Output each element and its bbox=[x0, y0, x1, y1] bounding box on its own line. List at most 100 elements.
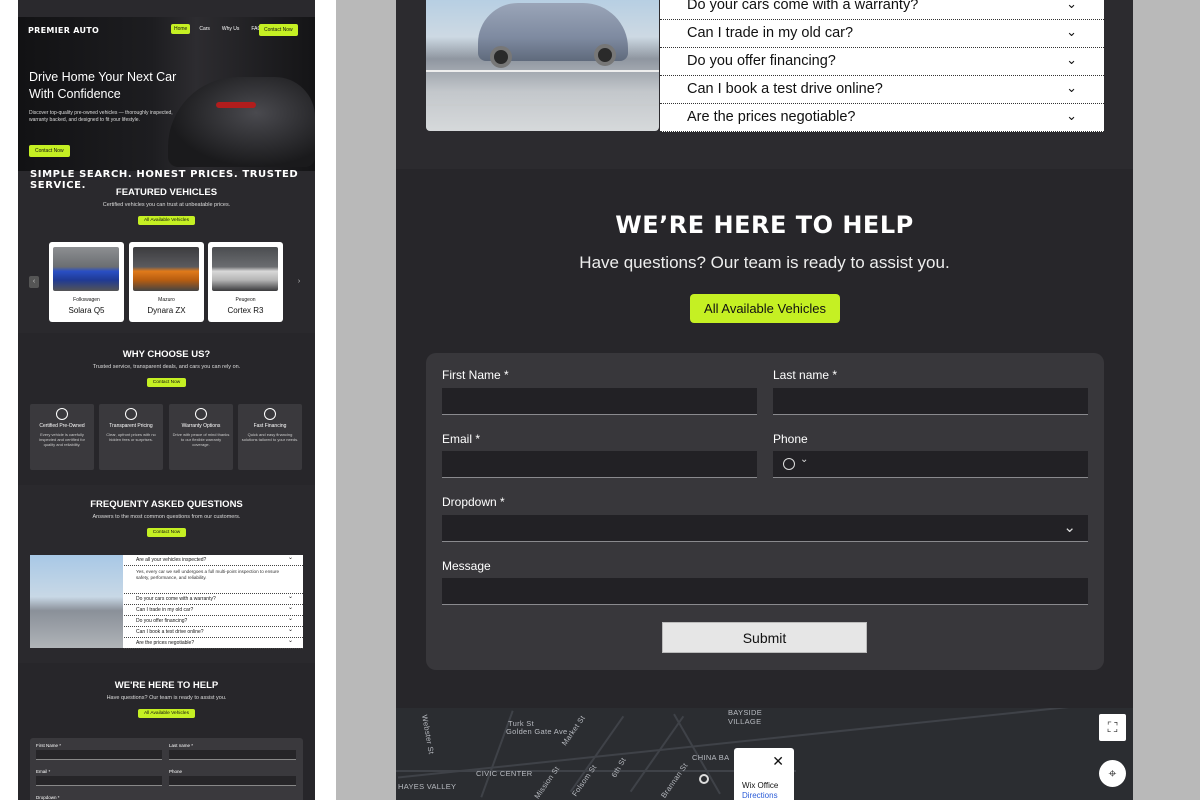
faq-car-photo bbox=[30, 555, 123, 648]
faq-section: FREQUENTY ASKED QUESTIONS Answers to the… bbox=[18, 499, 315, 538]
faq-contact-button[interactable]: Contact Now bbox=[146, 528, 187, 537]
faq-question[interactable]: Can I trade in my old car? ⌄ bbox=[660, 20, 1104, 48]
vehicle-image bbox=[212, 247, 278, 291]
road-marking bbox=[426, 104, 659, 106]
map-label: CIVIC CENTER bbox=[476, 769, 533, 778]
main-preview-panel: Do your cars come with a warranty? ⌄ Can… bbox=[396, 0, 1133, 800]
help-section-mini: WE'RE HERE TO HELP Have questions? Our t… bbox=[18, 680, 315, 719]
vehicle-card[interactable]: Folkswagen Solara Q5 bbox=[49, 242, 124, 322]
faq-question-text: Do your cars come with a warranty? bbox=[687, 0, 919, 13]
email-input[interactable] bbox=[442, 451, 757, 478]
chevron-down-icon: ⌄ bbox=[1066, 80, 1077, 95]
nav-cars[interactable]: Cars bbox=[196, 24, 213, 34]
map-info-popup: ✕ Wix Office Directions bbox=[734, 748, 794, 800]
help-vehicles-button-mini[interactable]: All Available Vehicles bbox=[138, 709, 195, 718]
faq-question[interactable]: Do your cars come with a warranty? bbox=[124, 593, 303, 605]
help-subtitle-mini: Have questions? Our team is ready to ass… bbox=[106, 695, 227, 701]
contact-form-mini: First Name * Last name * Email * Phone D… bbox=[30, 738, 303, 800]
why-card-title: Transparent Pricing bbox=[109, 423, 153, 429]
carousel-next-button[interactable]: › bbox=[294, 276, 304, 288]
map-label: Golden Gate Ave bbox=[506, 727, 568, 736]
vehicle-card[interactable]: Peugeon Cortex R3 bbox=[208, 242, 283, 322]
road-marking bbox=[426, 70, 659, 72]
price-tag-icon bbox=[125, 408, 137, 420]
help-title: WE’RE HERE TO HELP bbox=[615, 211, 914, 239]
faq-question[interactable]: Do you offer financing? bbox=[124, 615, 303, 627]
faq-subtitle: Answers to the most common questions fro… bbox=[92, 514, 241, 520]
hero-contact-button[interactable]: Contact Now bbox=[29, 145, 70, 157]
close-icon[interactable]: ✕ bbox=[772, 753, 784, 770]
dropdown-select[interactable]: ⌄ bbox=[442, 515, 1088, 542]
chevron-down-icon: ⌄ bbox=[1066, 24, 1077, 39]
dollar-icon bbox=[264, 408, 276, 420]
chevron-down-icon[interactable]: ⌄ bbox=[800, 454, 808, 465]
last-name-input[interactable] bbox=[773, 388, 1088, 415]
vehicle-card[interactable]: Mazuro Dynara ZX bbox=[129, 242, 204, 322]
submit-button[interactable]: Submit bbox=[662, 622, 867, 653]
faq-question-text: Can I trade in my old car? bbox=[687, 25, 854, 41]
first-name-input[interactable] bbox=[36, 750, 162, 760]
fullscreen-icon[interactable]: ⛶ bbox=[1099, 714, 1126, 741]
vehicle-make: Mazuro bbox=[158, 297, 175, 303]
faq-question[interactable]: Can I book a test drive online? bbox=[124, 626, 303, 638]
carousel-prev-button[interactable]: ‹ bbox=[29, 276, 39, 288]
dropdown-label: Dropdown * bbox=[442, 495, 505, 509]
nav-contact-button[interactable]: Contact Now bbox=[259, 24, 298, 36]
featured-title: FEATURED VEHICLES bbox=[115, 187, 218, 198]
phone-label: Phone bbox=[169, 769, 183, 774]
faq-question[interactable]: Can I trade in my old car? bbox=[124, 604, 303, 616]
locate-icon[interactable]: ⌖ bbox=[1099, 760, 1126, 787]
map-label: 6th St bbox=[609, 755, 628, 780]
hero-title: Drive Home Your Next Car With Confidence bbox=[29, 70, 177, 101]
globe-icon[interactable] bbox=[783, 458, 795, 470]
vehicle-make: Peugeon bbox=[235, 297, 256, 303]
last-name-input[interactable] bbox=[169, 750, 296, 760]
faq-question[interactable]: Are the prices negotiable? bbox=[124, 637, 303, 649]
first-name-label: First Name * bbox=[36, 743, 62, 748]
why-card: Warranty Options Drive with peace of min… bbox=[169, 404, 233, 470]
suv-wheel bbox=[594, 44, 616, 66]
message-label: Message bbox=[442, 559, 491, 573]
phone-input[interactable]: ⌄ bbox=[773, 451, 1088, 478]
why-card: Transparent Pricing Clear, upfront price… bbox=[99, 404, 163, 470]
why-card-desc: Quick and easy financing solutions tailo… bbox=[241, 432, 299, 442]
phone-input[interactable] bbox=[169, 776, 296, 786]
why-card-title: Certified Pre-Owned bbox=[39, 423, 85, 429]
email-input[interactable] bbox=[36, 776, 162, 786]
faq-question[interactable]: Can I book a test drive online? ⌄ bbox=[660, 76, 1104, 104]
faq-question-open[interactable]: Are all your vehicles inspected? bbox=[124, 554, 303, 566]
hero-car-taillight bbox=[216, 102, 256, 108]
faq-accordion: Are all your vehicles inspected? Yes, ev… bbox=[30, 554, 303, 649]
map-embed[interactable]: Webster St Turk St Golden Gate Ave Marke… bbox=[396, 708, 1133, 800]
chevron-down-icon: ⌄ bbox=[1066, 52, 1077, 67]
faq-answer: Yes, every car we sell undergoes a full … bbox=[124, 566, 303, 594]
map-label: CHINA BA bbox=[692, 753, 730, 762]
chevron-down-icon: ⌄ bbox=[1066, 0, 1077, 11]
site-logo[interactable]: PREMIER AUTO bbox=[28, 26, 99, 35]
map-label: BAYSIDE VILLAGE bbox=[728, 708, 763, 726]
faq-section-zoom: Do your cars come with a warranty? ⌄ Can… bbox=[396, 0, 1133, 168]
vehicle-model: Dynara ZX bbox=[147, 306, 186, 315]
shield-icon bbox=[56, 408, 68, 420]
hero-text: Discover top-quality pre-owned vehicles … bbox=[29, 110, 173, 123]
faq-question[interactable]: Do your cars come with a warranty? ⌄ bbox=[660, 0, 1104, 20]
faq-question[interactable]: Do you offer financing? ⌄ bbox=[660, 48, 1104, 76]
suv-wheel bbox=[490, 46, 512, 68]
why-title: WHY CHOOSE US? bbox=[122, 349, 211, 360]
email-label: Email * bbox=[442, 432, 481, 446]
first-name-input[interactable] bbox=[442, 388, 757, 415]
message-input[interactable] bbox=[442, 578, 1088, 605]
faq-question[interactable]: Are the prices negotiable? ⌄ bbox=[660, 104, 1104, 132]
why-contact-button[interactable]: Contact Now bbox=[146, 378, 187, 387]
featured-all-vehicles-button[interactable]: All Available Vehicles bbox=[138, 216, 195, 225]
all-vehicles-button[interactable]: All Available Vehicles bbox=[690, 294, 840, 323]
nav-home[interactable]: Home bbox=[171, 24, 191, 34]
transit-icon bbox=[699, 774, 709, 784]
directions-link[interactable]: Directions bbox=[742, 791, 778, 800]
map-label: Webster St bbox=[420, 714, 436, 755]
nav-why-us[interactable]: Why Us bbox=[219, 24, 243, 34]
why-card: Fast Financing Quick and easy financing … bbox=[238, 404, 302, 470]
map-label: Brannan St bbox=[658, 761, 690, 800]
faq-list: Are all your vehicles inspected? Yes, ev… bbox=[124, 554, 303, 649]
why-card-desc: Drive with peace of mind thanks to our f… bbox=[172, 432, 230, 447]
